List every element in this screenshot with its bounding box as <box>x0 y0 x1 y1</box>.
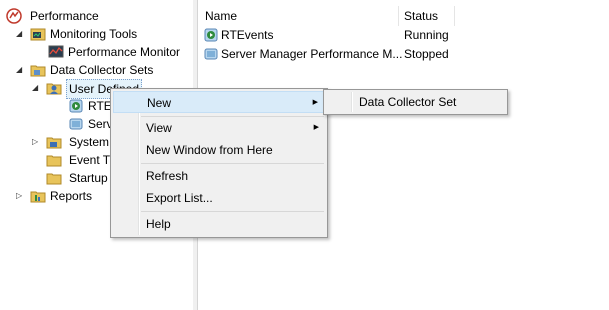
menu-separator <box>141 163 324 164</box>
expand-arrow-icon[interactable]: ▷ <box>16 187 26 205</box>
folder-icon <box>46 170 62 186</box>
row-name: RTEvents <box>221 28 274 42</box>
menu-item-data-collector-set-label: Data Collector Set <box>359 95 457 109</box>
tree-label-performance: Performance <box>30 9 99 23</box>
menu-item-help[interactable]: Help <box>113 213 325 235</box>
collapse-arrow-icon[interactable]: ◢ <box>16 61 26 79</box>
list-row[interactable]: RTEvents Running <box>198 26 609 45</box>
expand-arrow-icon[interactable]: ▷ <box>32 133 42 151</box>
menu-item-export-list[interactable]: Export List... <box>113 187 325 209</box>
stopped-set-icon <box>68 116 84 132</box>
menu-item-refresh[interactable]: Refresh <box>113 165 325 187</box>
column-header-name-label: Name <box>205 9 238 23</box>
list-row[interactable]: Server Manager Performance M... Stopped <box>198 45 609 64</box>
context-menu: New ▶ View ▶ New Window from Here Refres… <box>110 88 328 238</box>
menu-item-new-window[interactable]: New Window from Here <box>113 139 325 161</box>
monitoring-tools-icon <box>30 26 46 42</box>
menu-item-view-label: View <box>146 121 172 135</box>
row-status: Stopped <box>404 47 449 61</box>
column-header-status[interactable]: Status <box>399 6 455 26</box>
tree-label-performance-monitor: Performance Monitor <box>68 45 181 59</box>
stopped-set-icon <box>203 46 219 62</box>
running-set-icon <box>68 98 84 114</box>
menu-item-help-label: Help <box>146 217 171 231</box>
submenu-arrow-icon: ▶ <box>313 124 319 131</box>
menu-item-export-list-label: Export List... <box>146 191 213 205</box>
menu-item-data-collector-set[interactable]: Data Collector Set <box>326 91 505 113</box>
column-header-name[interactable]: Name <box>198 6 399 26</box>
collapse-arrow-icon[interactable]: ◢ <box>16 25 26 43</box>
menu-item-new-window-label: New Window from Here <box>146 143 273 157</box>
menu-separator <box>141 211 324 212</box>
tree-label-reports: Reports <box>50 189 93 203</box>
row-name: Server Manager Performance M... <box>221 47 403 61</box>
tree-label-rtevents: RTE <box>88 99 112 113</box>
submenu-new: Data Collector Set <box>323 89 508 115</box>
collapse-arrow-icon[interactable]: ◢ <box>32 79 42 97</box>
column-header-status-label: Status <box>404 9 439 23</box>
menu-item-new-label: New <box>147 96 172 110</box>
tree-label-monitoring-tools: Monitoring Tools <box>50 27 138 41</box>
reports-icon <box>30 188 46 204</box>
folder-icon <box>46 134 62 150</box>
submenu-arrow-icon: ▶ <box>312 99 318 106</box>
tree-label-startup: Startup <box>69 171 108 185</box>
menu-item-new[interactable]: New ▶ <box>113 91 325 113</box>
tree-label-event-trace: Event Tr <box>69 153 114 167</box>
performance-monitor-icon <box>48 44 64 60</box>
menu-item-view[interactable]: View ▶ <box>113 117 325 139</box>
tree-label-system: System <box>69 135 110 149</box>
folder-icon <box>30 62 46 78</box>
folder-icon <box>46 152 62 168</box>
tree-label-data-collector-sets: Data Collector Sets <box>50 63 154 77</box>
menu-item-refresh-label: Refresh <box>146 169 189 183</box>
running-set-icon <box>203 27 219 43</box>
user-defined-icon <box>46 80 62 96</box>
tree-label-server-manager: Serv <box>88 117 113 131</box>
row-status: Running <box>404 28 449 42</box>
performance-icon <box>6 8 22 24</box>
